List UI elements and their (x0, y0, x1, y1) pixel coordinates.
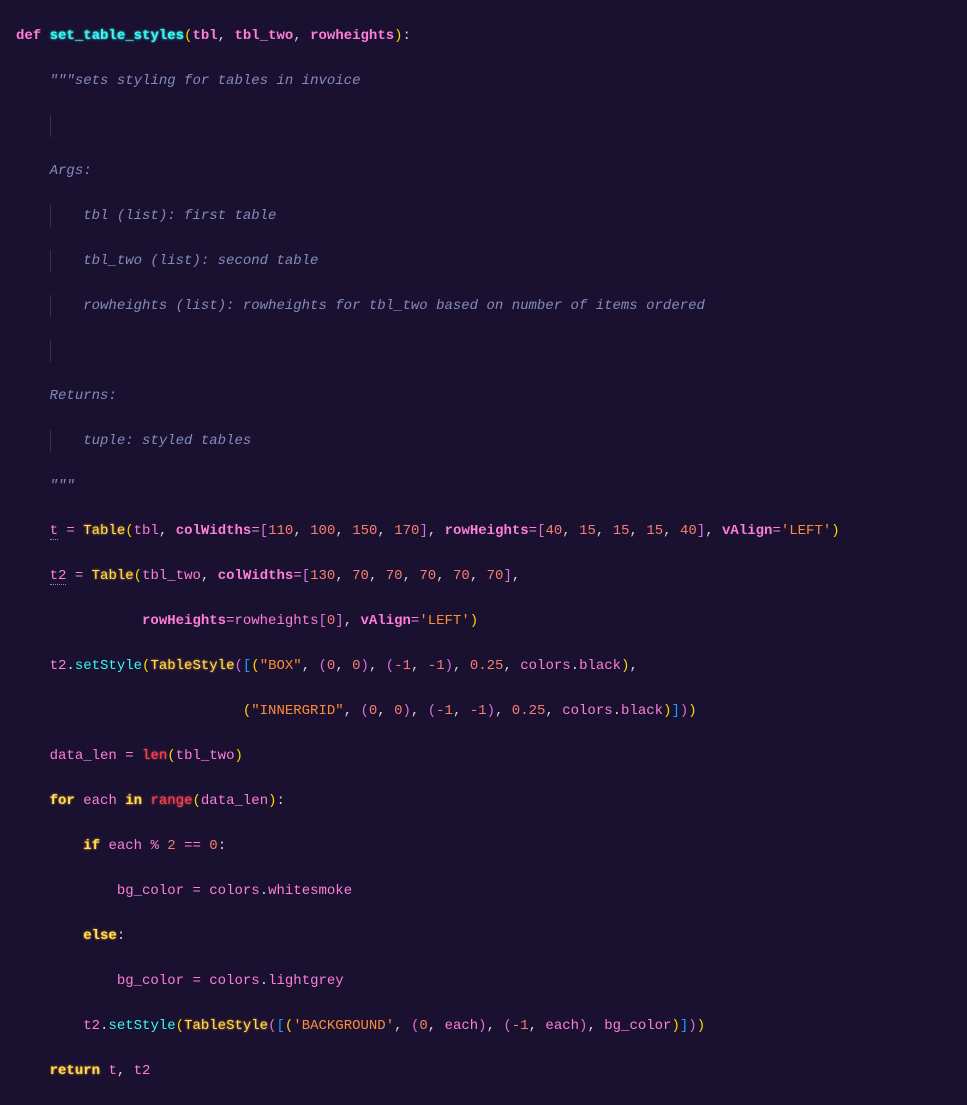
code-line: """sets styling for tables in invoice (16, 70, 967, 93)
docstring: tuple: styled tables (83, 433, 251, 449)
method: setStyle (75, 658, 142, 674)
code-line: return t, t2 (16, 1060, 967, 1083)
code-line: bg_color = colors.lightgrey (16, 970, 967, 993)
docstring: tbl_two (list): second table (83, 253, 318, 269)
code-line: if each % 2 == 0: (16, 835, 967, 858)
docstring-quote: """ (50, 478, 75, 494)
code-line: ("INNERGRID", (0, 0), (-1, -1), 0.25, co… (16, 700, 967, 723)
class-name: Table (83, 523, 125, 539)
code-line: t2.setStyle(TableStyle([("BOX", (0, 0), … (16, 655, 967, 678)
code-line: else: (16, 925, 967, 948)
keyword: if (83, 838, 100, 854)
keyword: return (50, 1063, 100, 1079)
code-line: rowheights (list): rowheights for tbl_tw… (16, 295, 967, 318)
code-line: t2 = Table(tbl_two, colWidths=[130, 70, … (16, 565, 967, 588)
code-line: tbl_two (list): second table (16, 250, 967, 273)
code-line: rowHeights=rowheights[0], vAlign='LEFT') (16, 610, 967, 633)
code-line: def set_table_styles(tbl, tbl_two, rowhe… (16, 25, 967, 48)
code-line (16, 340, 967, 363)
kwarg: colWidths (176, 523, 252, 539)
param: rowheights (310, 28, 394, 44)
keyword: else (83, 928, 117, 944)
docstring: rowheights (list): rowheights for tbl_tw… (83, 298, 705, 314)
keyword: for (50, 793, 75, 809)
code-line: t = Table(tbl, colWidths=[110, 100, 150,… (16, 520, 967, 543)
code-line: Returns: (16, 385, 967, 408)
docstring-quote: """ (50, 73, 75, 89)
docstring: tbl (list): first table (83, 208, 276, 224)
variable: data_len (50, 748, 117, 764)
kwarg: rowHeights (445, 523, 529, 539)
docstring: Returns: (50, 388, 117, 404)
code-editor[interactable]: def set_table_styles(tbl, tbl_two, rowhe… (0, 2, 967, 1105)
variable: t (50, 523, 58, 540)
code-line: t2.setStyle(TableStyle([('BACKGROUND', (… (16, 1015, 967, 1038)
kwarg: vAlign (722, 523, 772, 539)
code-line: bg_color = colors.whitesmoke (16, 880, 967, 903)
docstring: sets styling for tables in invoice (75, 73, 361, 89)
code-line: for each in range(data_len): (16, 790, 967, 813)
code-line: Args: (16, 160, 967, 183)
builtin: len (142, 748, 167, 764)
code-line: tuple: styled tables (16, 430, 967, 453)
function-name: set_table_styles (50, 28, 184, 44)
docstring: Args: (50, 163, 92, 179)
code-line (16, 115, 967, 138)
variable: bg_color (117, 883, 184, 899)
param: tbl (192, 28, 217, 44)
code-line: """ (16, 475, 967, 498)
variable: t2 (50, 568, 67, 585)
keyword-def: def (16, 28, 41, 44)
code-line: tbl (list): first table (16, 205, 967, 228)
code-line: data_len = len(tbl_two) (16, 745, 967, 768)
param: tbl_two (234, 28, 293, 44)
